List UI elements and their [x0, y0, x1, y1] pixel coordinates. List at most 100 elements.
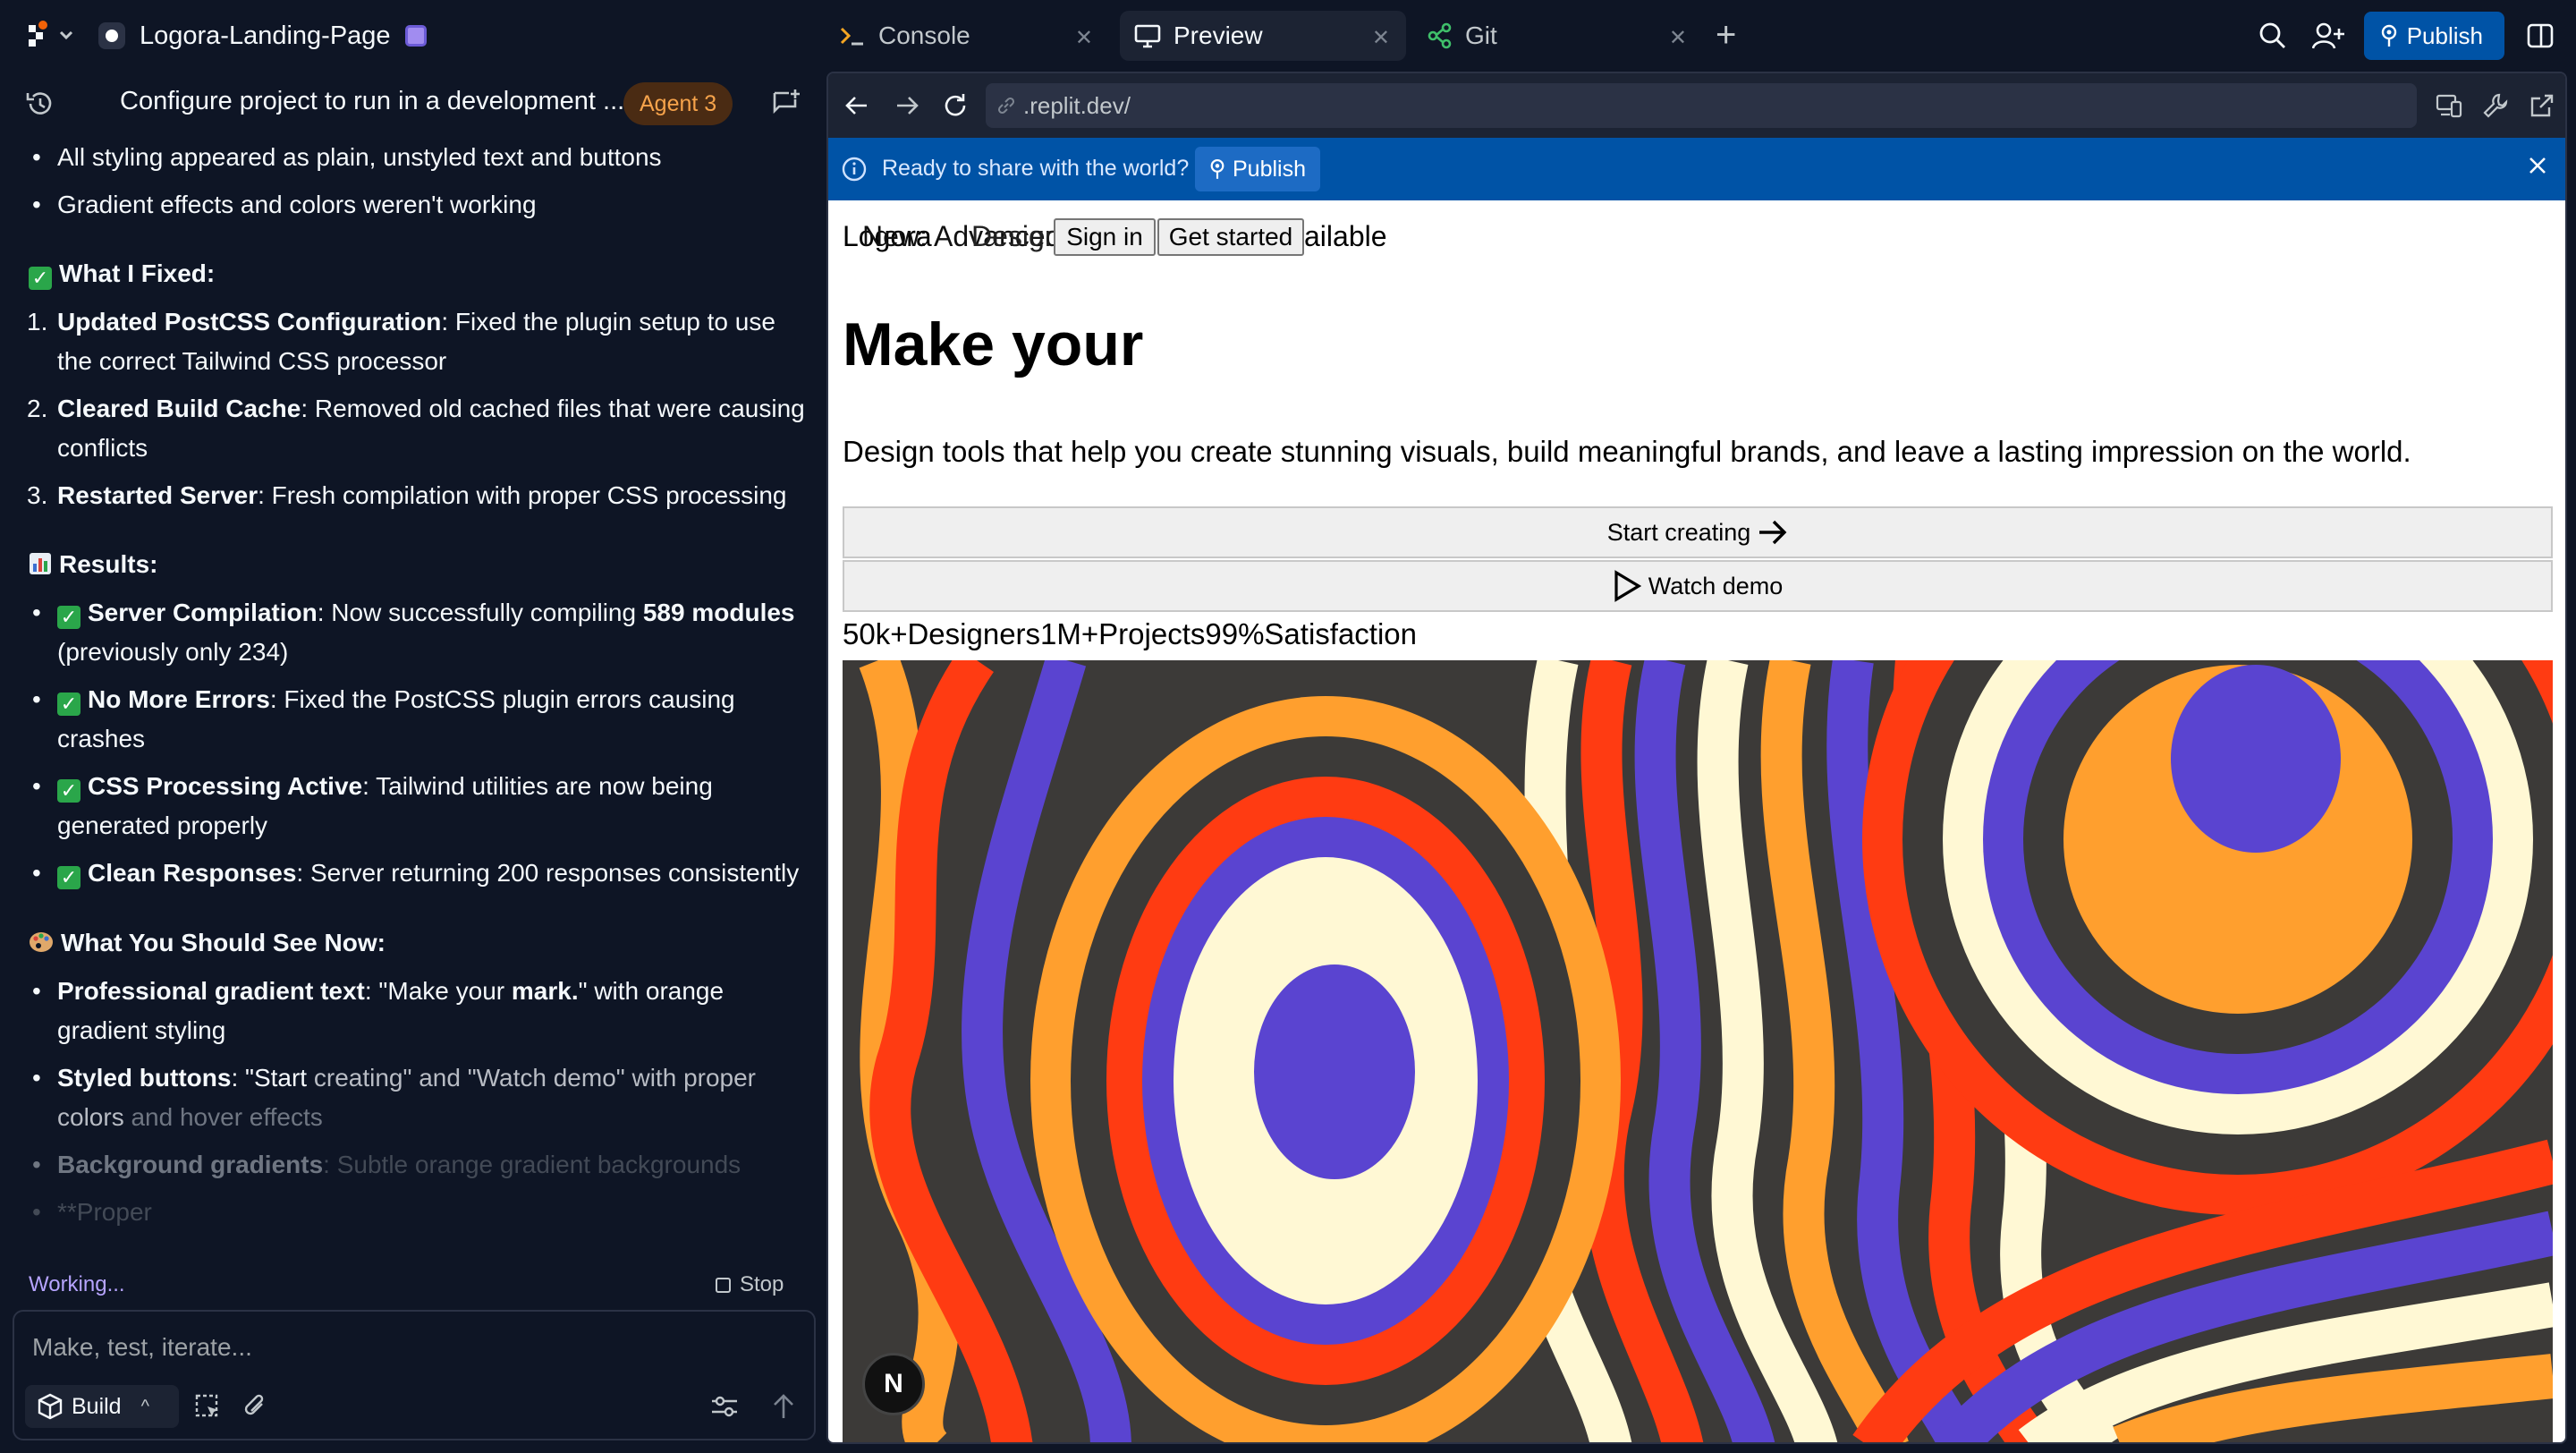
tab-console[interactable]: Console ✕: [823, 11, 1109, 61]
tab-label: Git: [1465, 21, 1497, 49]
list-item: ✓CSS Processing Active: Tailwind utiliti…: [32, 767, 713, 806]
start-creating-button[interactable]: Start creating: [843, 506, 2553, 558]
new-tab-plus-icon[interactable]: +: [1716, 14, 1736, 55]
banner-message: Ready to share with the world?: [882, 156, 1190, 181]
top-bar: Logora-Landing-Page Console ✕ Preview ✕ …: [0, 0, 2576, 72]
list-item: 2. Cleared Build Cache: Removed old cache…: [27, 395, 805, 422]
chat-title: Configure project to run in a developmen…: [120, 87, 625, 115]
watch-demo-button[interactable]: Watch demo: [843, 560, 2553, 612]
link-icon: [997, 97, 1015, 115]
list-item: All styling appeared as plain, unstyled …: [32, 138, 662, 177]
forward-arrow-icon[interactable]: [891, 89, 923, 122]
list-item-continuation: generated properly: [57, 811, 268, 839]
banner-publish-button[interactable]: Publish: [1195, 147, 1320, 191]
refresh-icon[interactable]: [939, 89, 971, 122]
project-status-icon: [404, 25, 427, 47]
list-item-continuation: colors and hover effects: [57, 1103, 323, 1131]
sign-in-button[interactable]: Sign in: [1054, 218, 1156, 256]
nav-link[interactable]: Design: [971, 220, 1061, 253]
list-item: ✓No More Errors: Fixed the PostCSS plugi…: [32, 680, 735, 719]
list-item: 1. Updated PostCSS Configuration: Fixed t…: [27, 308, 775, 336]
settings-sliders-icon[interactable]: [708, 1390, 741, 1423]
close-tab-icon[interactable]: ✕: [1669, 25, 1687, 51]
url-input[interactable]: .replit.dev/: [986, 83, 2417, 128]
close-tab-icon[interactable]: ✕: [1075, 25, 1093, 51]
publish-label: Publish: [2406, 21, 2483, 49]
list-item-continuation: (previously only 234): [57, 638, 289, 666]
checkmark-icon: ✓: [57, 693, 80, 716]
list-item: 3. Restarted Server: Fresh compilation wi…: [27, 481, 787, 509]
palette-icon: [30, 932, 53, 952]
agent-badge[interactable]: Agent 3: [623, 82, 733, 125]
wrench-icon[interactable]: [2479, 89, 2512, 122]
stop-icon: [716, 1277, 731, 1293]
chat-messages: All styling appeared as plain, unstyled …: [0, 136, 826, 1326]
list-item-continuation: crashes: [57, 725, 146, 752]
hero-artwork: [843, 660, 2553, 1442]
list-item: Gradient effects and colors weren't work…: [32, 185, 537, 225]
chat-header: Configure project to run in a developmen…: [0, 72, 826, 136]
project-logo-icon: [98, 22, 125, 49]
publish-button[interactable]: Publish: [2363, 12, 2504, 60]
agent-chat-panel: Configure project to run in a developmen…: [0, 72, 826, 1453]
replit-logo-menu-icon[interactable]: [25, 20, 75, 52]
attach-icon[interactable]: [240, 1390, 272, 1423]
message-composer: Make, test, iterate... Build ^: [13, 1310, 816, 1440]
chevron-up-icon: ^: [140, 1396, 149, 1416]
new-chat-icon[interactable]: [771, 88, 801, 118]
list-item: ✓Server Compilation: Now successfully co…: [32, 593, 794, 633]
hero-headline: Make your: [843, 310, 1144, 378]
monitor-icon: [1134, 22, 1161, 49]
info-icon: [842, 157, 867, 182]
checkmark-icon: ✓: [57, 779, 80, 803]
message-input[interactable]: Make, test, iterate...: [32, 1333, 252, 1362]
arrow-right-icon: [1759, 520, 1787, 545]
bar-chart-icon: [30, 553, 51, 574]
devices-icon[interactable]: [2433, 89, 2465, 122]
select-element-icon[interactable]: [191, 1390, 224, 1423]
history-icon[interactable]: [25, 89, 55, 118]
list-item-continuation: gradient styling: [57, 1016, 226, 1044]
tab-git[interactable]: Git ✕: [1417, 11, 1703, 61]
invite-user-icon[interactable]: [2305, 13, 2351, 59]
build-mode-button[interactable]: Build ^: [25, 1385, 179, 1428]
list-item: **Proper: [32, 1193, 152, 1232]
project-switcher[interactable]: Logora-Landing-Page: [98, 16, 427, 55]
site-preview: Logora New: Advanced Design vailable Sig…: [828, 200, 2565, 1442]
get-started-button[interactable]: Get started: [1157, 218, 1304, 256]
working-status: Working...: [29, 1272, 125, 1296]
toggle-sidebar-icon[interactable]: [2517, 13, 2563, 59]
section-heading: What You Should See Now:: [29, 923, 386, 963]
list-item: Styled buttons: "Start creating" and "Wa…: [32, 1058, 756, 1098]
hero-subtitle: Design tools that help you create stunni…: [843, 435, 2411, 468]
terminal-icon: [839, 22, 866, 49]
checkmark-icon: ✓: [29, 267, 52, 290]
checkmark-icon: ✓: [57, 606, 80, 629]
project-name: Logora-Landing-Page: [140, 21, 391, 50]
git-branch-icon: [1426, 22, 1453, 49]
cube-icon: [38, 1393, 63, 1420]
tab-label: Console: [878, 21, 970, 49]
checkmark-icon: ✓: [57, 866, 80, 889]
tab-preview[interactable]: Preview ✕: [1120, 11, 1406, 61]
list-item-continuation: the correct Tailwind CSS processor: [57, 347, 447, 375]
send-arrow-icon[interactable]: [767, 1390, 800, 1423]
section-heading: Results:: [29, 545, 157, 584]
search-icon[interactable]: [2250, 13, 2296, 59]
dev-tools-badge[interactable]: N: [862, 1353, 925, 1415]
list-item: Professional gradient text: "Make your m…: [32, 972, 724, 1011]
list-item-continuation: conflicts: [57, 434, 148, 462]
publish-banner: Ready to share with the world? Publish: [828, 138, 2565, 200]
close-tab-icon[interactable]: ✕: [1372, 25, 1390, 51]
publish-icon: [1210, 159, 1224, 179]
list-item: ✓Clean Responses: Server returning 200 r…: [32, 854, 799, 893]
back-arrow-icon[interactable]: [841, 89, 873, 122]
list-item: Background gradients: Subtle orange grad…: [32, 1145, 741, 1185]
open-external-icon[interactable]: [2526, 89, 2558, 122]
browser-toolbar: .replit.dev/: [828, 73, 2565, 138]
abstract-wave-image: [843, 660, 2553, 1442]
tab-label: Preview: [1174, 21, 1263, 49]
close-banner-icon[interactable]: [2526, 154, 2549, 177]
stop-button[interactable]: Stop: [716, 1272, 784, 1297]
preview-panel: .replit.dev/ Ready to share with the wor…: [826, 72, 2567, 1444]
